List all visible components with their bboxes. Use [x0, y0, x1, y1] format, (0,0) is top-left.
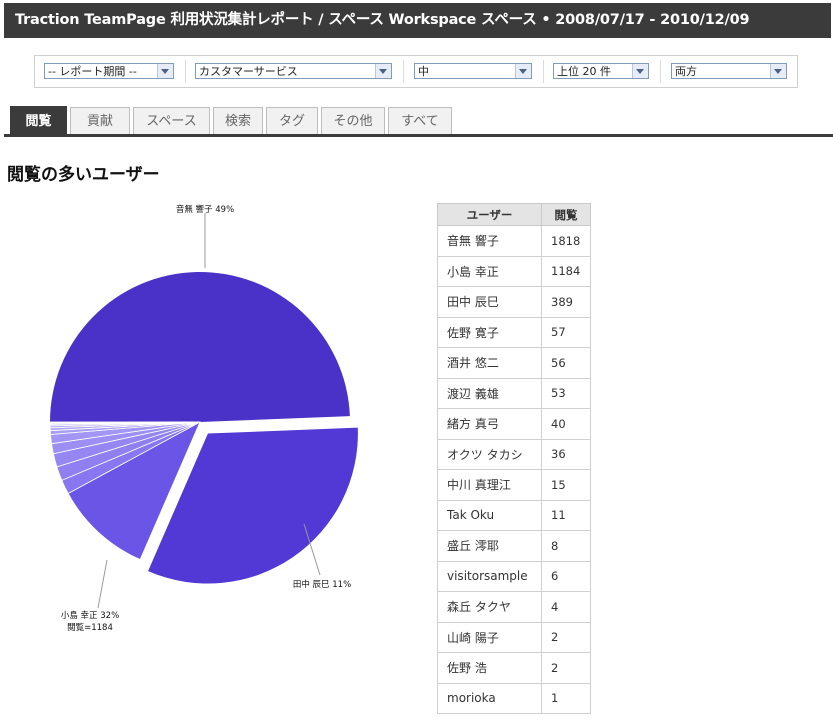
- view-count-cell: 36: [541, 438, 591, 470]
- filter-bar: -- レポート期間 -- カスタマーサービス 中 上位 20 件 両方: [34, 55, 798, 88]
- space-value: カスタマーサービス: [199, 65, 298, 78]
- table-row: 田中 辰巳 389: [437, 286, 591, 318]
- table-header-row: ユーザー 閲覧: [437, 203, 591, 226]
- view-count-cell: 57: [541, 316, 591, 348]
- most-viewed-users-pie-chart: 音無 響子 49% 小島 幸正 32% 閲覧=1184 田中 辰巳 11%: [49, 204, 358, 633]
- view-count-cell: 2: [541, 652, 591, 684]
- section-title: 閲覧の多いユーザー: [7, 165, 160, 185]
- top-count-select[interactable]: 上位 20 件: [553, 63, 649, 79]
- space-select[interactable]: カスタマーサービス: [195, 63, 392, 79]
- table-row: morioka 1: [437, 682, 591, 714]
- scope-select[interactable]: 両方: [671, 63, 787, 79]
- view-count-cell: 1: [541, 682, 591, 714]
- slice-label-second-views: 閲覧=1184: [67, 622, 113, 633]
- view-count-cell: 56: [541, 347, 591, 379]
- view-count-cell: 1184: [541, 255, 591, 287]
- tab-all[interactable]: すべて: [388, 107, 452, 134]
- tab-other[interactable]: その他: [321, 107, 385, 134]
- table-row: 緒方 真弓 40: [437, 408, 591, 440]
- view-count-cell: 2: [541, 621, 591, 653]
- detail-level-select[interactable]: 中: [414, 63, 532, 79]
- user-name-cell: Tak Oku: [437, 499, 542, 531]
- slice-label-first: 音無 響子 49%: [176, 204, 234, 215]
- table-row: 盛丘 澪耶 8: [437, 530, 591, 562]
- table-row: 渡辺 義雄 53: [437, 377, 591, 409]
- filter-divider: [185, 60, 186, 83]
- user-name-cell: 中川 真理江: [437, 469, 542, 501]
- user-name-cell: 渡辺 義雄: [437, 377, 542, 409]
- table-row: 小島 幸正 1184: [437, 255, 591, 287]
- filter-divider: [660, 60, 661, 83]
- view-count-cell: 6: [541, 560, 591, 592]
- user-name-cell: 森丘 タクヤ: [437, 591, 542, 623]
- report-title: Traction TeamPage 利用状況集計レポート / スペース Work…: [15, 12, 750, 28]
- table-row: 森丘 タクヤ 4: [437, 591, 591, 623]
- view-count-cell: 53: [541, 377, 591, 409]
- column-header-views: 閲覧: [541, 203, 591, 226]
- tab-search[interactable]: 検索: [213, 107, 263, 134]
- view-count-cell: 40: [541, 408, 591, 440]
- view-count-cell: 4: [541, 591, 591, 623]
- slice-label-second: 小島 幸正 32%: [61, 610, 119, 621]
- tab-views[interactable]: 閲覧: [10, 106, 67, 135]
- pie-slices: [49, 271, 358, 584]
- table-row: 佐野 浩2: [437, 652, 591, 684]
- table-body: 音無 響子 1818 小島 幸正 1184 田中 辰巳 389 佐野 寛子 57 酒井 悠二 56…: [437, 225, 591, 714]
- user-name-cell: 音無 響子: [437, 225, 542, 257]
- label-leader-second: [97, 559, 108, 609]
- table-row: 中川 真理江 15: [437, 469, 591, 501]
- chevron-down-icon: [157, 64, 173, 78]
- user-name-cell: 佐野 寛子: [437, 316, 542, 348]
- column-header-user: ユーザー: [437, 203, 542, 226]
- detail-level-value: 中: [418, 65, 429, 78]
- user-name-cell: 田中 辰巳: [437, 286, 542, 318]
- table-row: 佐野 寛子 57: [437, 316, 591, 348]
- tab-underline: [4, 134, 833, 137]
- user-name-cell: 酒井 悠二: [437, 347, 542, 379]
- slice-label-third: 田中 辰巳 11%: [293, 579, 351, 590]
- view-count-cell: 1818: [541, 225, 591, 257]
- filter-divider: [543, 60, 544, 83]
- view-count-cell: 8: [541, 530, 591, 562]
- user-name-cell: 緒方 真弓: [437, 408, 542, 440]
- view-count-cell: 389: [541, 286, 591, 318]
- scope-value: 両方: [675, 65, 697, 78]
- chevron-down-icon: [375, 64, 391, 78]
- view-count-cell: 15: [541, 469, 591, 501]
- table-row: visitorsample 6: [437, 560, 591, 592]
- chevron-down-icon: [770, 64, 786, 78]
- user-name-cell: 小島 幸正: [437, 255, 542, 287]
- report-period-value: -- レポート期間 --: [48, 65, 137, 78]
- user-name-cell: visitorsample: [437, 560, 542, 592]
- user-name-cell: 盛丘 澪耶: [437, 530, 542, 562]
- top-count-value: 上位 20 件: [557, 65, 611, 78]
- chevron-down-icon: [515, 64, 531, 78]
- view-count-cell: 11: [541, 499, 591, 531]
- user-name-cell: 佐野 浩: [437, 652, 542, 684]
- views-table: ユーザー 閲覧 音無 響子 1818 小島 幸正 1184 田中 辰巳 389 佐野 寛子 5…: [437, 203, 591, 714]
- report-period-select[interactable]: -- レポート期間 --: [44, 63, 174, 79]
- report-header-bar: Traction TeamPage 利用状況集計レポート / スペース Work…: [4, 3, 831, 38]
- table-row: 酒井 悠二 56: [437, 347, 591, 379]
- table-row: 山崎 陽子 2: [437, 621, 591, 653]
- table-row: オクツ タカシ 36: [437, 438, 591, 470]
- table-row: Tak Oku 11: [437, 499, 591, 531]
- chevron-down-icon: [632, 64, 648, 78]
- pie-slice: [50, 271, 350, 422]
- user-name-cell: morioka: [437, 682, 542, 714]
- tab-contributions[interactable]: 貢献: [70, 107, 130, 134]
- tab-tags[interactable]: タグ: [266, 107, 318, 134]
- user-name-cell: 山崎 陽子: [437, 621, 542, 653]
- tab-spaces[interactable]: スペース: [133, 107, 210, 134]
- table-row: 音無 響子 1818: [437, 225, 591, 257]
- user-name-cell: オクツ タカシ: [437, 438, 542, 470]
- filter-divider: [403, 60, 404, 83]
